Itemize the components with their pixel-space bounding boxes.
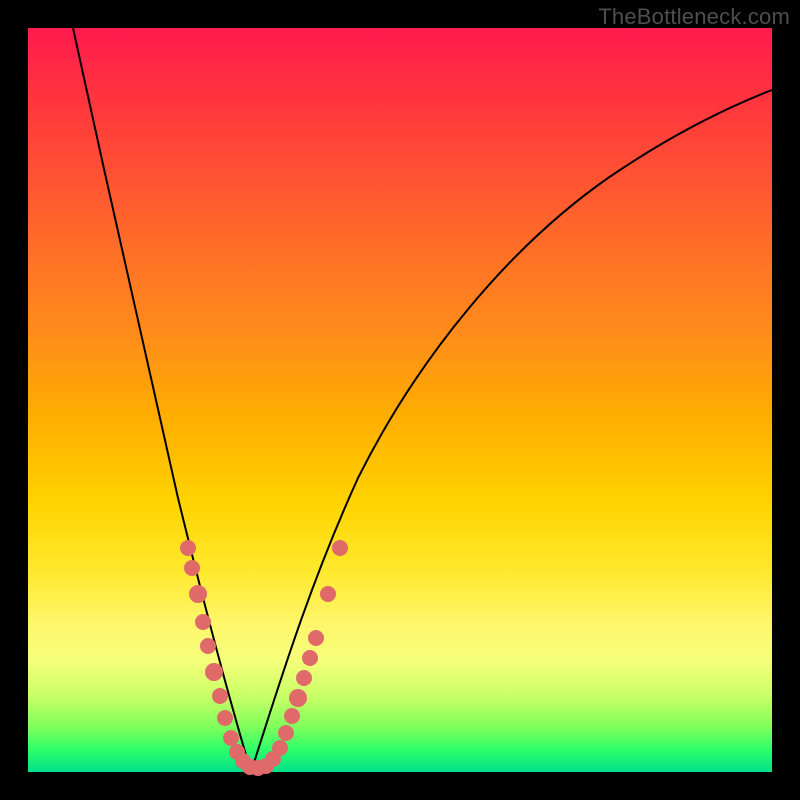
chart-frame: TheBottleneck.com: [0, 0, 800, 800]
plot-area: [28, 28, 772, 772]
right-curve: [251, 90, 772, 772]
left-curve: [73, 28, 251, 772]
data-dots: [180, 540, 348, 776]
watermark-text: TheBottleneck.com: [598, 4, 790, 30]
curve-layer: [28, 28, 772, 772]
